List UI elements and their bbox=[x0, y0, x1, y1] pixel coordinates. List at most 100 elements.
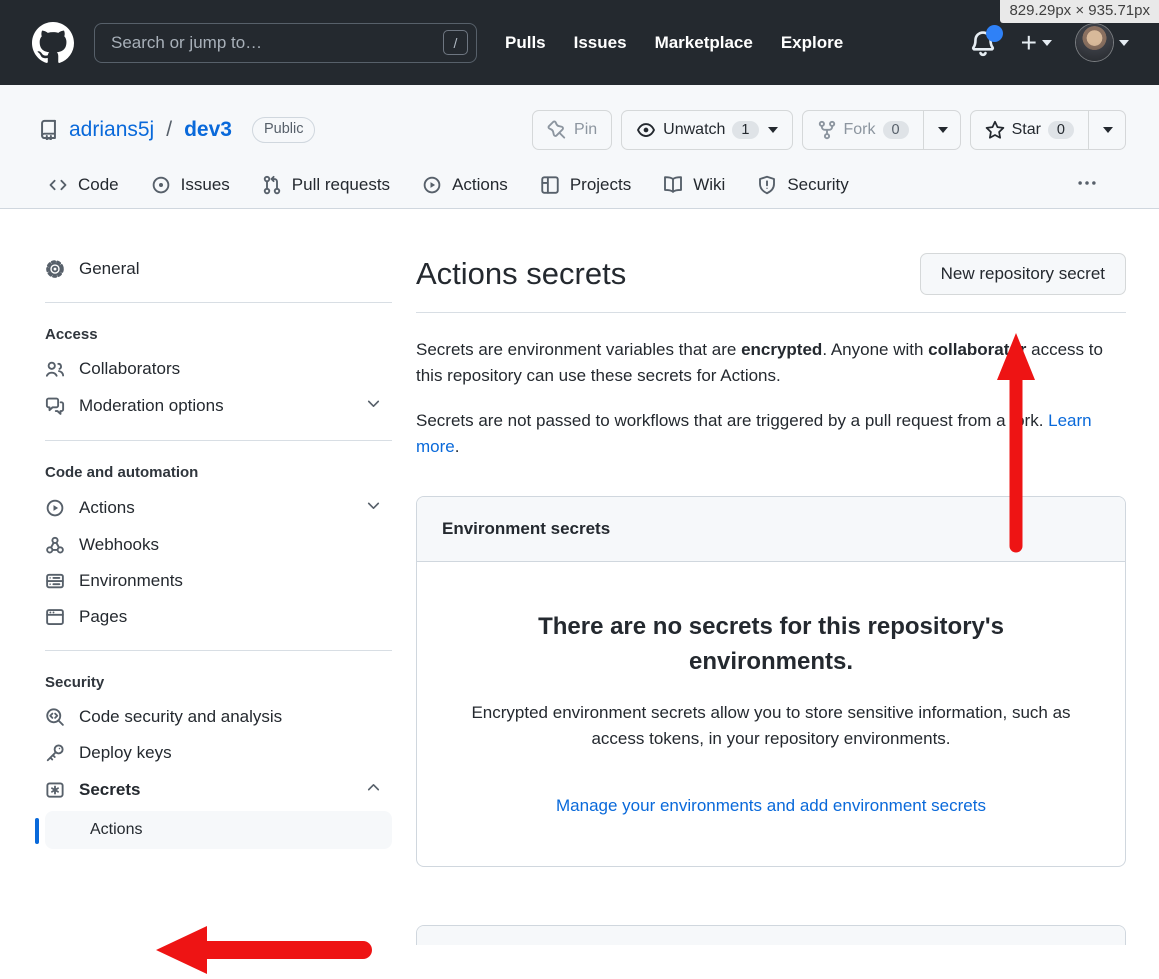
tab-actions[interactable]: Actions bbox=[406, 162, 524, 208]
tab-label: Code bbox=[78, 175, 119, 195]
sidebar-item-label: Deploy keys bbox=[79, 743, 172, 763]
sidebar-item-secrets[interactable]: Secrets bbox=[35, 771, 392, 809]
watch-count: 1 bbox=[732, 121, 758, 139]
chevron-down-icon bbox=[1119, 40, 1129, 46]
server-icon bbox=[45, 571, 65, 591]
repo-owner-link[interactable]: adrians5j bbox=[69, 118, 154, 142]
repo-action-buttons: Pin Unwatch 1 bbox=[532, 110, 1126, 150]
star-count: 0 bbox=[1048, 121, 1074, 139]
git-pull-request-icon bbox=[262, 175, 282, 195]
chevron-down-icon bbox=[1042, 40, 1052, 46]
panel-header: Actions secrets New repository secret bbox=[416, 253, 1126, 295]
star-icon bbox=[985, 120, 1005, 140]
sidebar-item-label: Secrets bbox=[79, 780, 140, 800]
fork-dropdown-button[interactable] bbox=[924, 110, 961, 150]
sidebar-item-pages[interactable]: Pages bbox=[35, 599, 392, 635]
sidebar-item-label: Code security and analysis bbox=[79, 707, 282, 727]
user-menu[interactable] bbox=[1076, 24, 1129, 61]
sidebar-section-security: Security bbox=[35, 666, 392, 699]
search-placeholder: Search or jump to… bbox=[111, 33, 435, 53]
repo-name-link[interactable]: dev3 bbox=[184, 118, 232, 142]
issue-opened-icon bbox=[151, 175, 171, 195]
star-button-group: Star 0 bbox=[970, 110, 1126, 150]
notifications-button[interactable] bbox=[969, 29, 997, 57]
fork-icon bbox=[817, 120, 837, 140]
tab-issues[interactable]: Issues bbox=[135, 162, 246, 208]
chevron-up-icon bbox=[365, 779, 382, 801]
repo-separator: / bbox=[164, 118, 174, 142]
nav-pulls[interactable]: Pulls bbox=[505, 33, 546, 53]
tab-overflow-button[interactable] bbox=[1077, 173, 1097, 198]
chevron-down-icon bbox=[365, 497, 382, 519]
pin-label: Pin bbox=[574, 121, 597, 139]
codescan-icon bbox=[45, 707, 65, 727]
chevron-down-icon bbox=[768, 127, 778, 133]
tab-pull-requests[interactable]: Pull requests bbox=[246, 162, 406, 208]
sidebar-item-moderation-options[interactable]: Moderation options bbox=[35, 387, 392, 425]
play-icon bbox=[422, 175, 442, 195]
plus-icon: + bbox=[1021, 29, 1037, 57]
pin-button[interactable]: Pin bbox=[532, 110, 612, 150]
empty-state-title: There are no secrets for this repository… bbox=[457, 610, 1085, 680]
sidebar-item-environments[interactable]: Environments bbox=[35, 563, 392, 599]
empty-state-description: Encrypted environment secrets allow you … bbox=[457, 700, 1085, 753]
tab-security[interactable]: Security bbox=[741, 162, 864, 208]
fork-button[interactable]: Fork 0 bbox=[802, 110, 924, 150]
star-dropdown-button[interactable] bbox=[1089, 110, 1126, 150]
webhook-icon bbox=[45, 535, 65, 555]
tab-wiki[interactable]: Wiki bbox=[647, 162, 741, 208]
new-repository-secret-button[interactable]: New repository secret bbox=[920, 253, 1126, 295]
slash-key-hint: / bbox=[443, 30, 468, 55]
tab-label: Projects bbox=[570, 175, 631, 195]
page-title: Actions secrets bbox=[416, 256, 626, 292]
star-button[interactable]: Star 0 bbox=[970, 110, 1089, 150]
tab-label: Pull requests bbox=[292, 175, 390, 195]
tab-projects[interactable]: Projects bbox=[524, 162, 647, 208]
book-icon bbox=[663, 175, 683, 195]
unwatch-label: Unwatch bbox=[663, 121, 725, 139]
code-icon bbox=[48, 175, 68, 195]
tab-code[interactable]: Code bbox=[32, 162, 135, 208]
selected-accent-bar bbox=[35, 818, 39, 844]
sidebar-item-label: Webhooks bbox=[79, 535, 159, 555]
fork-button-group: Fork 0 bbox=[802, 110, 961, 150]
unwatch-button[interactable]: Unwatch 1 bbox=[621, 110, 792, 150]
repo-icon bbox=[38, 119, 59, 140]
repo-header: adrians5j / dev3 Public Pin bbox=[0, 85, 1159, 209]
tab-label: Issues bbox=[181, 175, 230, 195]
nav-explore[interactable]: Explore bbox=[781, 33, 843, 53]
sidebar-item-label: Moderation options bbox=[79, 396, 224, 416]
create-new-menu[interactable]: + bbox=[1021, 29, 1052, 57]
avatar bbox=[1076, 24, 1113, 61]
paragraph-bold: encrypted bbox=[741, 340, 822, 359]
sidebar-item-label: General bbox=[79, 259, 139, 279]
sidebar-divider bbox=[45, 650, 392, 651]
comment-discussion-icon bbox=[45, 396, 65, 416]
search-input[interactable]: Search or jump to… / bbox=[94, 23, 477, 63]
sidebar-item-code-security-and-analysis[interactable]: Code security and analysis bbox=[35, 699, 392, 735]
fork-count: 0 bbox=[883, 121, 909, 139]
pin-icon bbox=[547, 120, 567, 140]
sidebar-item-label: Actions bbox=[79, 498, 135, 518]
sidebar-item-deploy-keys[interactable]: Deploy keys bbox=[35, 735, 392, 771]
settings-content: General Access Collaborators Moderation … bbox=[0, 209, 1159, 945]
sidebar-subitem-secrets-actions[interactable]: Actions bbox=[45, 811, 392, 849]
github-logo-icon[interactable] bbox=[32, 22, 74, 64]
table-icon bbox=[540, 175, 560, 195]
top-nav-links: Pulls Issues Marketplace Explore bbox=[505, 33, 843, 53]
top-navigation-bar: Search or jump to… / Pulls Issues Market… bbox=[0, 0, 1159, 85]
manage-environments-link[interactable]: Manage your environments and add environ… bbox=[556, 796, 986, 816]
repo-tab-bar: Code Issues Pull requests Actions bbox=[0, 162, 1159, 208]
sidebar-item-label: Environments bbox=[79, 571, 183, 591]
sidebar-item-actions[interactable]: Actions bbox=[35, 489, 392, 527]
nav-issues[interactable]: Issues bbox=[574, 33, 627, 53]
nav-marketplace[interactable]: Marketplace bbox=[655, 33, 753, 53]
header-user-controls: + bbox=[969, 24, 1129, 61]
chevron-down-icon bbox=[365, 395, 382, 417]
sidebar-item-collaborators[interactable]: Collaborators bbox=[35, 351, 392, 387]
sidebar-item-label: Collaborators bbox=[79, 359, 180, 379]
repository-secrets-box-partial bbox=[416, 925, 1126, 945]
sidebar-item-general[interactable]: General bbox=[35, 251, 392, 287]
sidebar-item-webhooks[interactable]: Webhooks bbox=[35, 527, 392, 563]
sidebar-divider bbox=[45, 302, 392, 303]
